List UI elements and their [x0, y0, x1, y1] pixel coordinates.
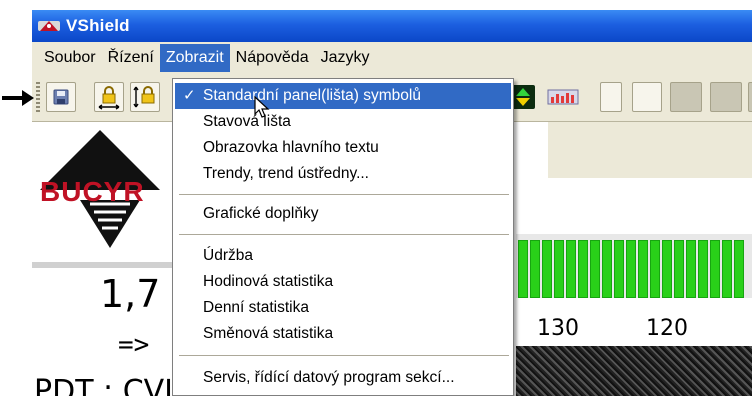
menu-item-graphic-addons[interactable]: Grafické doplňky: [175, 201, 511, 227]
menu-item-service-program[interactable]: Servis, řídící datový program sekcí...: [175, 365, 511, 391]
section-bar: [698, 240, 708, 298]
section-bar: [542, 240, 552, 298]
menu-item-maintenance[interactable]: Údržba: [175, 243, 511, 269]
section-bar: [734, 240, 744, 298]
scale-label-130: 130: [537, 316, 579, 341]
status-text: PDT : CVIK: [34, 374, 193, 396]
section-bar: [626, 240, 636, 298]
panel-button-3[interactable]: [670, 82, 702, 112]
chart-icon: [547, 89, 579, 105]
content-header-strip: [548, 122, 752, 178]
menu-zobrazit[interactable]: Zobrazit: [159, 44, 230, 72]
panel-button-2[interactable]: [632, 82, 662, 112]
menu-item-shift-stats[interactable]: Směnová statistika: [175, 321, 511, 347]
direction-indicator: =>: [118, 330, 150, 360]
panel-button-5[interactable]: [748, 82, 752, 112]
mouse-cursor-icon: [254, 96, 270, 118]
menu-item-label: Denní statistika: [203, 299, 309, 316]
lock-vertical-icon: [133, 86, 155, 108]
menu-item-label: Servis, řídící datový program sekcí...: [203, 369, 455, 386]
menu-rizeni[interactable]: Řízení: [102, 44, 160, 72]
menu-napoveda[interactable]: Nápověda: [230, 44, 315, 72]
menu-separator: [179, 234, 509, 236]
section-bar: [602, 240, 612, 298]
pointer-arrow-icon: [2, 90, 34, 106]
menu-item-label: Směnová statistika: [203, 325, 334, 342]
menu-item-trends[interactable]: Trendy, trend ústředny...: [175, 161, 511, 187]
menu-soubor[interactable]: Soubor: [38, 44, 102, 72]
menu-bar: Soubor Řízení Zobrazit Nápověda Jazyky: [32, 42, 752, 74]
section-bar: [674, 240, 684, 298]
toolbar-grip[interactable]: [36, 82, 40, 114]
menu-item-hourly-stats[interactable]: Hodinová statistika: [175, 269, 511, 295]
scale-label-120: 120: [646, 316, 688, 341]
section-bar: [722, 240, 732, 298]
section-bar: [554, 240, 564, 298]
section-bar: [638, 240, 648, 298]
section-bar: [578, 240, 588, 298]
menu-item-label: Standardní panel(lišta) symbolů: [203, 87, 421, 104]
lock-vertical-button[interactable]: [130, 82, 160, 112]
menu-item-label: Grafické doplňky: [203, 205, 319, 222]
save-button[interactable]: [46, 82, 76, 112]
chart-button[interactable]: [546, 82, 580, 112]
menu-item-label: Stavová lišta: [203, 113, 291, 130]
menu-item-label: Hodinová statistika: [203, 273, 334, 290]
main-value-readout: 1,7: [100, 272, 161, 316]
section-bar: [590, 240, 600, 298]
menu-item-label: Trendy, trend ústředny...: [203, 165, 369, 182]
title-bar[interactable]: VShield: [32, 10, 752, 42]
save-icon: [53, 89, 69, 105]
panel-button-1[interactable]: [600, 82, 622, 112]
section-bar: [530, 240, 540, 298]
check-icon: ✓: [183, 87, 196, 104]
section-bar: [686, 240, 696, 298]
section-bar: [650, 240, 660, 298]
menu-item-label: Obrazovka hlavního textu: [203, 139, 379, 156]
menu-item-label: Údržba: [203, 247, 253, 264]
section-bar: [566, 240, 576, 298]
lock-horizontal-button[interactable]: [94, 82, 124, 112]
menu-separator: [179, 355, 509, 357]
section-bars: [516, 234, 752, 298]
lock-horizontal-icon: [98, 86, 120, 110]
menu-jazyky[interactable]: Jazyky: [315, 44, 376, 72]
logo-text: BUCYR: [40, 176, 145, 207]
zobrazit-dropdown-menu: ✓ Standardní panel(lišta) symbolů Stavov…: [172, 78, 514, 396]
texture-panel: [516, 346, 752, 396]
section-bar: [710, 240, 720, 298]
section-bar: [614, 240, 624, 298]
menu-item-main-text-screen[interactable]: Obrazovka hlavního textu: [175, 135, 511, 161]
menu-separator: [179, 194, 509, 196]
section-bar: [662, 240, 672, 298]
menu-item-standard-toolbar[interactable]: ✓ Standardní panel(lišta) symbolů: [175, 83, 511, 109]
panel-divider: [32, 262, 180, 268]
window-title: VShield: [66, 16, 130, 35]
panel-button-4[interactable]: [710, 82, 742, 112]
menu-item-status-bar[interactable]: Stavová lišta: [175, 109, 511, 135]
menu-item-daily-stats[interactable]: Denní statistika: [175, 295, 511, 321]
section-bar: [518, 240, 528, 298]
app-icon: [38, 18, 60, 34]
